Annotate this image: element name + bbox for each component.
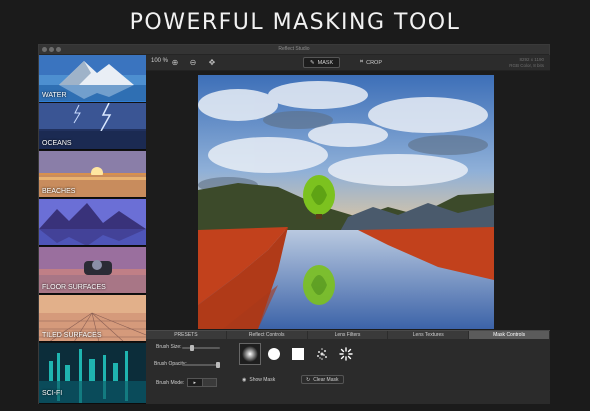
brush-soft-button[interactable]: [239, 343, 261, 365]
preset-tiled-surfaces[interactable]: TILED SURFACES: [39, 295, 146, 342]
soft-brush-icon: [242, 346, 258, 362]
brush-size-slider-knob[interactable]: [189, 345, 194, 351]
clear-icon: ↻: [306, 376, 311, 383]
zoom-in-icon[interactable]: ⊕: [170, 58, 180, 68]
pan-icon[interactable]: ✥: [207, 58, 217, 68]
toolbar: 100 % ⊕ ⊖ ✥ ✎ MASK ⌗ CROP 8292 x 1190 RG…: [146, 55, 550, 71]
brush-opacity-slider-knob[interactable]: [216, 362, 221, 368]
crop-icon: ⌗: [360, 59, 364, 65]
preset-sidebar: WATER OCEANS BEACHES FLOOR SURFACES TILE…: [39, 55, 146, 404]
panel-tabs: PRESETS Reflect Controls Lens Filters Le…: [146, 330, 550, 339]
mask-controls-panel: Brush Size: Brush Opacity: Brush Mode: ▸: [146, 339, 550, 404]
preset-label: OCEANS: [42, 140, 72, 147]
clear-mask-button[interactable]: ↻ Clear Mask: [301, 375, 344, 384]
brush-size-slider[interactable]: [182, 347, 220, 349]
window-title: Reflect Studio: [278, 46, 310, 52]
brush-square-button[interactable]: [287, 343, 309, 365]
brush-mode-label: Brush Mode:: [156, 380, 185, 386]
app-window: Reflect Studio WATER OCEANS BEACHES FLOO…: [38, 44, 550, 404]
title-bar: Reflect Studio: [39, 45, 549, 55]
preset-mountains-thumbnail: [39, 199, 146, 245]
photo-canvas[interactable]: [198, 75, 494, 329]
texture-brush-icon: [317, 348, 327, 360]
preset-mountains[interactable]: [39, 199, 146, 246]
eye-icon: ◉: [242, 376, 247, 383]
preset-label: TILED SURFACES: [42, 332, 102, 339]
round-brush-icon: [268, 348, 280, 360]
mask-label: MASK: [317, 59, 334, 66]
preset-water[interactable]: WATER: [39, 55, 146, 102]
tab-lens-textures[interactable]: Lens Textures: [388, 331, 470, 339]
crop-mode-button[interactable]: ⌗ CROP: [354, 57, 388, 68]
preset-oceans[interactable]: OCEANS: [39, 103, 146, 150]
brush-texture-button[interactable]: [311, 343, 333, 365]
preset-label: FLOOR SURFACES: [42, 284, 106, 291]
brush-icon: ✎: [310, 59, 315, 66]
preset-sci-fi[interactable]: SCI-FI: [39, 343, 146, 404]
image-info: 8292 x 1190 RGB Color, 8 bits: [509, 57, 544, 68]
zoom-out-icon[interactable]: ⊖: [188, 58, 198, 68]
preset-floor-surfaces[interactable]: FLOOR SURFACES: [39, 247, 146, 294]
brush-round-button[interactable]: [263, 343, 285, 365]
headline: POWERFUL MASKING TOOL: [129, 9, 461, 35]
brush-size-label: Brush Size:: [156, 344, 182, 350]
clear-mask-label: Clear Mask: [313, 376, 339, 383]
canvas-area[interactable]: [146, 71, 550, 330]
brush-mode-toggle[interactable]: ▸: [187, 378, 217, 387]
show-mask-label: Show Mask: [249, 376, 276, 383]
crop-label: CROP: [366, 59, 382, 66]
paint-mode-icon[interactable]: ▸: [188, 379, 202, 386]
erase-mode-icon[interactable]: [201, 379, 216, 386]
brush-opacity-slider[interactable]: [182, 364, 220, 366]
preset-beaches[interactable]: BEACHES: [39, 151, 146, 198]
brush-splatter-button[interactable]: [335, 343, 357, 365]
preset-label: BEACHES: [42, 188, 76, 195]
square-brush-icon: [292, 348, 304, 360]
preset-label: WATER: [42, 92, 67, 99]
image-color-mode: RGB Color, 8 bits: [509, 62, 544, 68]
tab-presets[interactable]: PRESETS: [146, 331, 227, 339]
tab-lens-filters[interactable]: Lens Filters: [308, 331, 389, 339]
splatter-brush-icon: [339, 347, 353, 361]
zoom-level: 100 %: [151, 58, 169, 64]
tab-mask-controls[interactable]: Mask Controls: [469, 331, 550, 339]
preset-label: SCI-FI: [42, 390, 63, 397]
mask-mode-button[interactable]: ✎ MASK: [303, 57, 341, 68]
tab-reflect-controls[interactable]: Reflect Controls: [227, 331, 308, 339]
show-mask-button[interactable]: ◉ Show Mask: [238, 375, 279, 384]
